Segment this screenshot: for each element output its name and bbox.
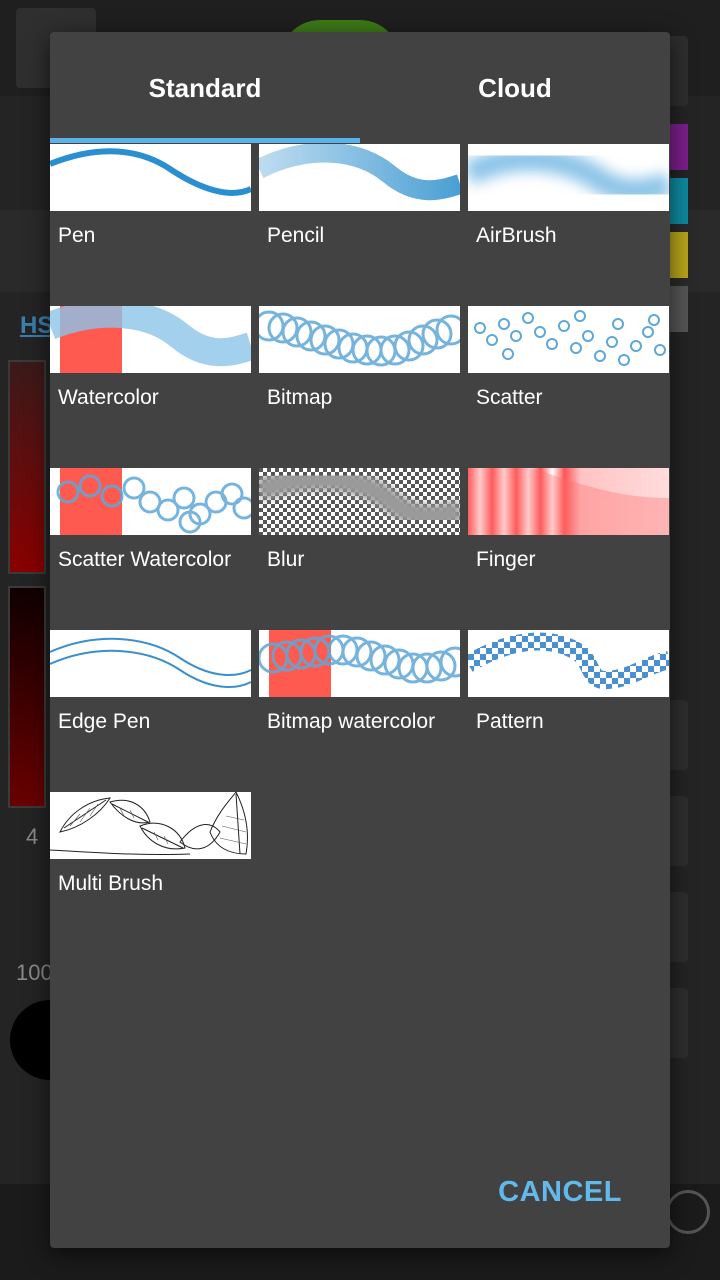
selected-tab-indicator xyxy=(50,138,360,143)
brush-label: Scatter xyxy=(476,386,543,409)
brush-label: Finger xyxy=(476,548,536,571)
background-settings-icon xyxy=(666,1190,710,1234)
brush-label: AirBrush xyxy=(476,224,557,247)
brush-label: Scatter Watercolor xyxy=(58,548,232,571)
background-value-slider xyxy=(8,586,46,808)
tab-standard[interactable]: Standard xyxy=(50,32,360,144)
pencil-stroke-preview-icon xyxy=(259,144,460,211)
brush-label: Bitmap watercolor xyxy=(267,710,436,733)
scatter-watercolor-stroke-preview-icon xyxy=(50,468,251,535)
brush-item-bitmap[interactable]: Bitmap xyxy=(259,306,460,436)
brush-item-pen[interactable]: Pen xyxy=(50,144,251,274)
brush-selection-dialog: Standard Cloud Pen Pencil AirBrush Water… xyxy=(50,32,670,1248)
scatter-stroke-preview-icon xyxy=(468,306,669,373)
finger-stroke-preview-icon xyxy=(468,468,669,535)
pen-stroke-preview-icon xyxy=(50,144,251,211)
brush-label: Pen xyxy=(58,224,96,247)
brush-item-airbrush[interactable]: AirBrush xyxy=(468,144,669,274)
brush-item-edge-pen[interactable]: Edge Pen xyxy=(50,630,251,760)
background-size-value: 4 xyxy=(26,824,39,849)
brush-label: Bitmap xyxy=(267,386,333,409)
brush-label: Pencil xyxy=(267,224,325,247)
brush-label: Edge Pen xyxy=(58,710,151,733)
blur-stroke-preview-icon xyxy=(259,468,460,535)
bitmap-stroke-preview-icon xyxy=(259,306,460,373)
brush-label: Blur xyxy=(267,548,305,571)
brush-item-blur[interactable]: Blur xyxy=(259,468,460,598)
brush-item-pencil[interactable]: Pencil xyxy=(259,144,460,274)
brush-item-pattern[interactable]: Pattern xyxy=(468,630,669,760)
brush-tabs: Standard Cloud xyxy=(50,32,670,144)
tab-cloud[interactable]: Cloud xyxy=(360,32,670,144)
cancel-button[interactable]: CANCEL xyxy=(498,1172,622,1213)
brush-item-scatter[interactable]: Scatter xyxy=(468,306,669,436)
brush-item-scatter-watercolor[interactable]: Scatter Watercolor xyxy=(50,468,251,598)
brush-label: Multi Brush xyxy=(58,872,164,895)
background-opacity-value: 100 xyxy=(16,960,53,985)
multi-brush-stroke-preview-icon xyxy=(50,792,251,859)
brush-label: Pattern xyxy=(476,710,544,733)
watercolor-stroke-preview-icon xyxy=(50,306,251,373)
bitmap-watercolor-stroke-preview-icon xyxy=(259,630,460,697)
airbrush-stroke-preview-icon xyxy=(468,144,669,211)
brush-label: Watercolor xyxy=(58,386,159,409)
brush-item-multi-brush[interactable]: Multi Brush xyxy=(50,792,251,922)
edge-pen-stroke-preview-icon xyxy=(50,630,251,697)
pattern-stroke-preview-icon xyxy=(468,630,669,697)
brush-item-finger[interactable]: Finger xyxy=(468,468,669,598)
background-hue-slider xyxy=(8,360,46,574)
brush-item-bitmap-watercolor[interactable]: Bitmap watercolor xyxy=(259,630,460,760)
brush-item-watercolor[interactable]: Watercolor xyxy=(50,306,251,436)
